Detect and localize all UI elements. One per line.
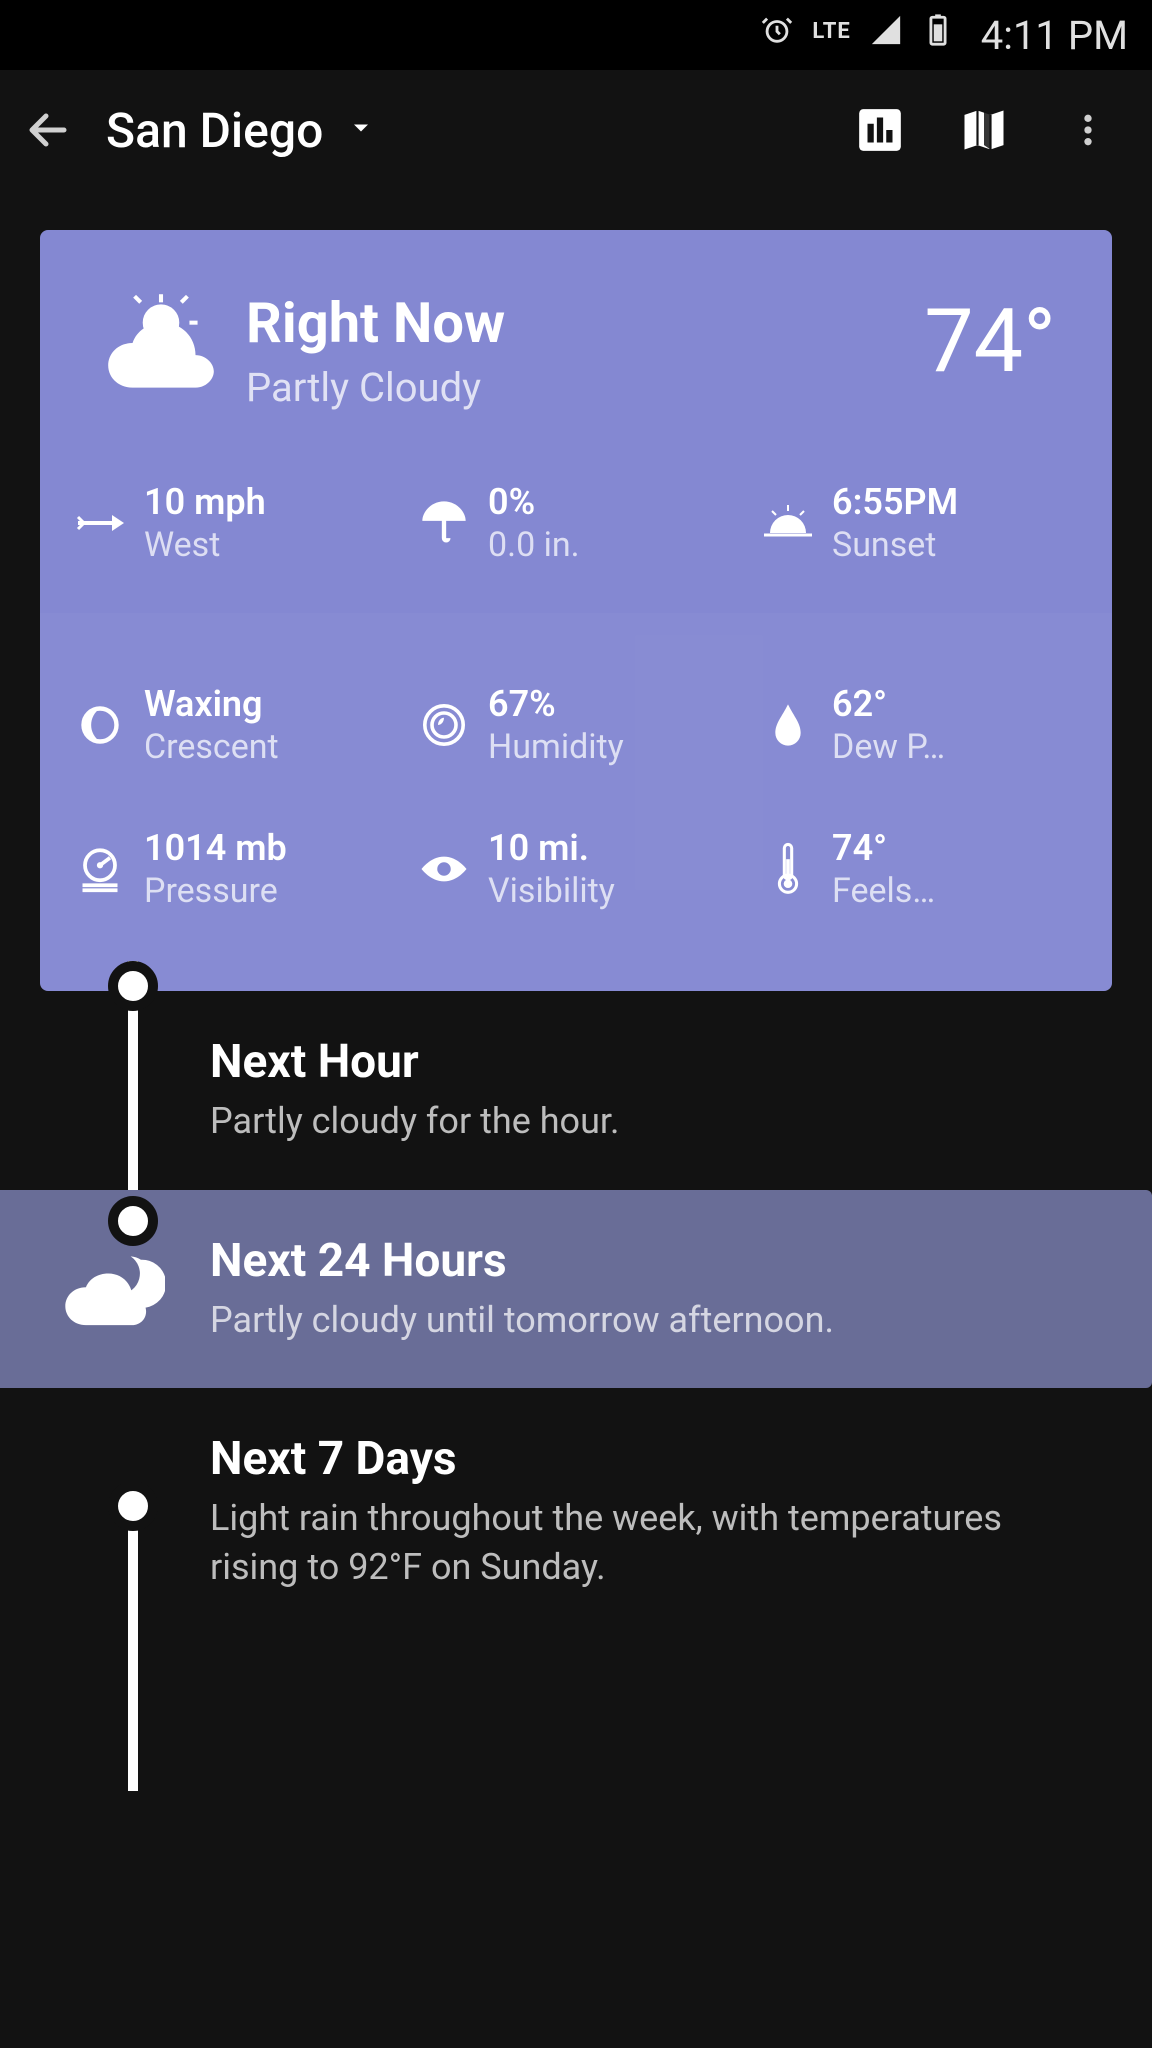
charts-button[interactable] — [852, 102, 908, 158]
sunset-icon — [760, 503, 816, 543]
metrics-row-primary: 10 mphWest 0%0.0 in. 6:55PMSunset — [40, 481, 1112, 613]
network-type: LTE — [812, 19, 850, 44]
next-7d-desc: Light rain throughout the week, with tem… — [210, 1494, 1082, 1591]
next-24h-row[interactable]: Next 24 Hours Partly cloudy until tomorr… — [0, 1190, 1152, 1389]
status-bar: LTE 4:11 PM — [0, 0, 1152, 70]
sunset-metric: 6:55PMSunset — [748, 481, 1092, 565]
pressure-metric: 1014 mbPressure — [60, 827, 404, 911]
dewpoint-metric: 62°Dew P… — [748, 683, 1092, 767]
next-24h-desc: Partly cloudy until tomorrow afternoon. — [210, 1296, 1112, 1345]
signal-icon — [869, 13, 903, 57]
location-name: San Diego — [106, 102, 323, 159]
back-button[interactable] — [20, 102, 76, 158]
current-weather-card[interactable]: Right Now Partly Cloudy 74° 10 mphWest 0… — [40, 230, 1112, 991]
current-temperature: 74° — [924, 290, 1056, 393]
alarm-icon — [760, 13, 794, 57]
partly-cloudy-icon — [96, 290, 226, 404]
now-condition: Partly Cloudy — [246, 364, 924, 411]
timeline-dot — [108, 1196, 158, 1246]
next-7d-title: Next 7 Days — [210, 1432, 1082, 1486]
next-hour-title: Next Hour — [210, 1035, 1082, 1089]
timeline-dot — [108, 1481, 158, 1531]
next-hour-row[interactable]: Next Hour Partly cloudy for the hour. — [40, 991, 1112, 1190]
visibility-metric: 10 mi.Visibility — [404, 827, 748, 911]
pressure-icon — [72, 845, 128, 893]
humidity-icon — [416, 701, 472, 749]
night-cloudy-icon — [50, 1244, 170, 1334]
feels-like-metric: 74°Feels… — [748, 827, 1092, 911]
humidity-metric: 67%Humidity — [404, 683, 748, 767]
moon-phase-metric: WaxingCrescent — [60, 683, 404, 767]
next-7d-row[interactable]: Next 7 Days Light rain throughout the we… — [40, 1388, 1112, 1635]
now-title: Right Now — [246, 290, 924, 356]
moon-icon — [72, 703, 128, 747]
next-24h-title: Next 24 Hours — [210, 1234, 1112, 1288]
metrics-row-secondary-1: WaxingCrescent 67%Humidity 62°Dew P… — [60, 683, 1092, 827]
timeline-dot — [108, 961, 158, 1011]
dropdown-icon — [347, 114, 375, 146]
next-hour-desc: Partly cloudy for the hour. — [210, 1097, 1082, 1146]
map-button[interactable] — [956, 102, 1012, 158]
droplet-icon — [760, 701, 816, 749]
wind-metric: 10 mphWest — [60, 481, 404, 565]
wind-arrow-icon — [72, 507, 128, 539]
overflow-menu-button[interactable] — [1060, 102, 1116, 158]
battery-icon — [921, 13, 955, 57]
metrics-row-secondary-2: 1014 mbPressure 10 mi.Visibility 74°Feel… — [60, 827, 1092, 951]
app-bar: San Diego — [0, 70, 1152, 190]
precipitation-metric: 0%0.0 in. — [404, 481, 748, 565]
umbrella-icon — [416, 497, 472, 549]
thermometer-icon — [760, 842, 816, 896]
status-time: 4:11 PM — [981, 12, 1128, 59]
eye-icon — [416, 851, 472, 887]
location-dropdown[interactable]: San Diego — [76, 102, 852, 159]
